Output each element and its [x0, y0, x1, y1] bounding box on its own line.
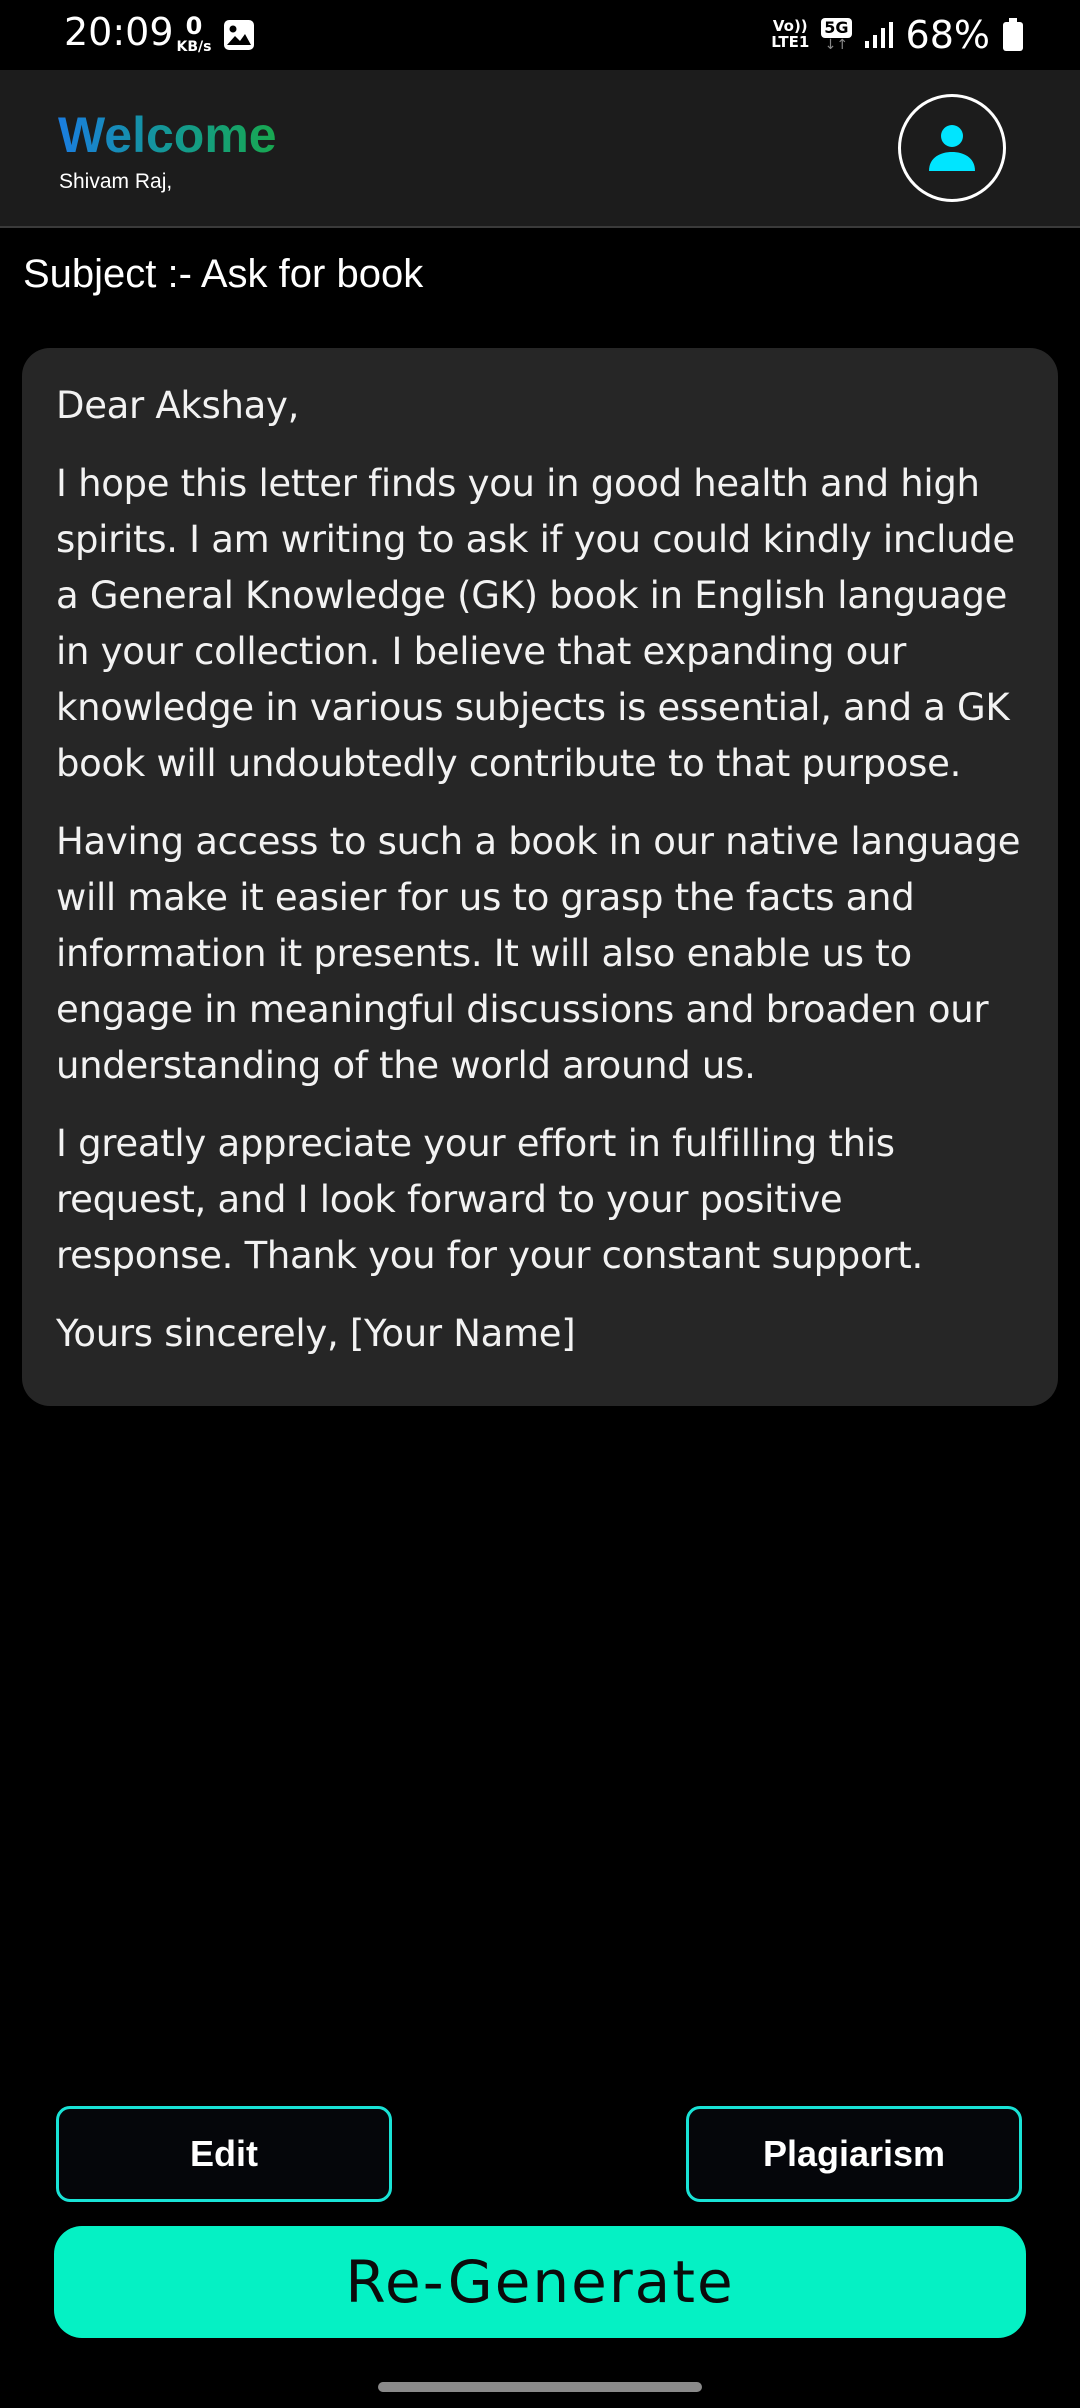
profile-button[interactable] [898, 94, 1006, 202]
status-right-group: Vo)) LTE1 5G ↓↑ 68% [771, 12, 1024, 58]
status-time: 20:09 [64, 10, 174, 54]
network-activity-arrows: ↓↑ [824, 37, 849, 53]
app-screen: 20:09 0 KB/s Vo)) LTE1 5G ↓↑ 68% Welcome… [0, 0, 1080, 2408]
letter-closing: Yours sincerely, [Your Name] [56, 1312, 576, 1355]
person-icon [929, 125, 975, 171]
edit-button[interactable]: Edit [56, 2106, 392, 2202]
signal-icon [864, 22, 893, 48]
home-indicator[interactable] [378, 2382, 702, 2392]
image-icon [224, 20, 254, 50]
network-type: 5G [821, 18, 852, 38]
battery-icon [1003, 18, 1023, 51]
letter-card: Dear Akshay, I hope this letter finds yo… [22, 348, 1058, 1406]
plagiarism-button[interactable]: Plagiarism [686, 2106, 1022, 2202]
letter-subject: Subject :- Ask for book [23, 252, 424, 296]
letter-salutation: Dear Akshay, [56, 384, 300, 427]
letter-paragraph: I hope this letter finds you in good hea… [56, 462, 1015, 785]
volte-indicator: Vo)) LTE1 [771, 18, 810, 51]
regenerate-button[interactable]: Re-Generate [54, 2226, 1026, 2338]
network-speed-value: 0 [185, 12, 203, 40]
app-header: Welcome Shivam Raj, [0, 70, 1080, 228]
letter-paragraph: Having access to such a book in our nati… [56, 820, 1021, 1087]
letter-paragraph: I greatly appreciate your effort in fulf… [56, 1122, 923, 1277]
network-speed-unit: KB/s [176, 39, 212, 55]
volte-line-2: LTE1 [771, 33, 810, 51]
user-name: Shivam Raj, [59, 170, 173, 193]
network-type-indicator: 5G ↓↑ [821, 18, 852, 53]
network-speed-indicator: 0 KB/s [172, 14, 216, 54]
status-bar: 20:09 0 KB/s Vo)) LTE1 5G ↓↑ 68% [0, 0, 1080, 70]
battery-percent: 68% [905, 13, 990, 57]
welcome-title: Welcome [58, 107, 277, 163]
